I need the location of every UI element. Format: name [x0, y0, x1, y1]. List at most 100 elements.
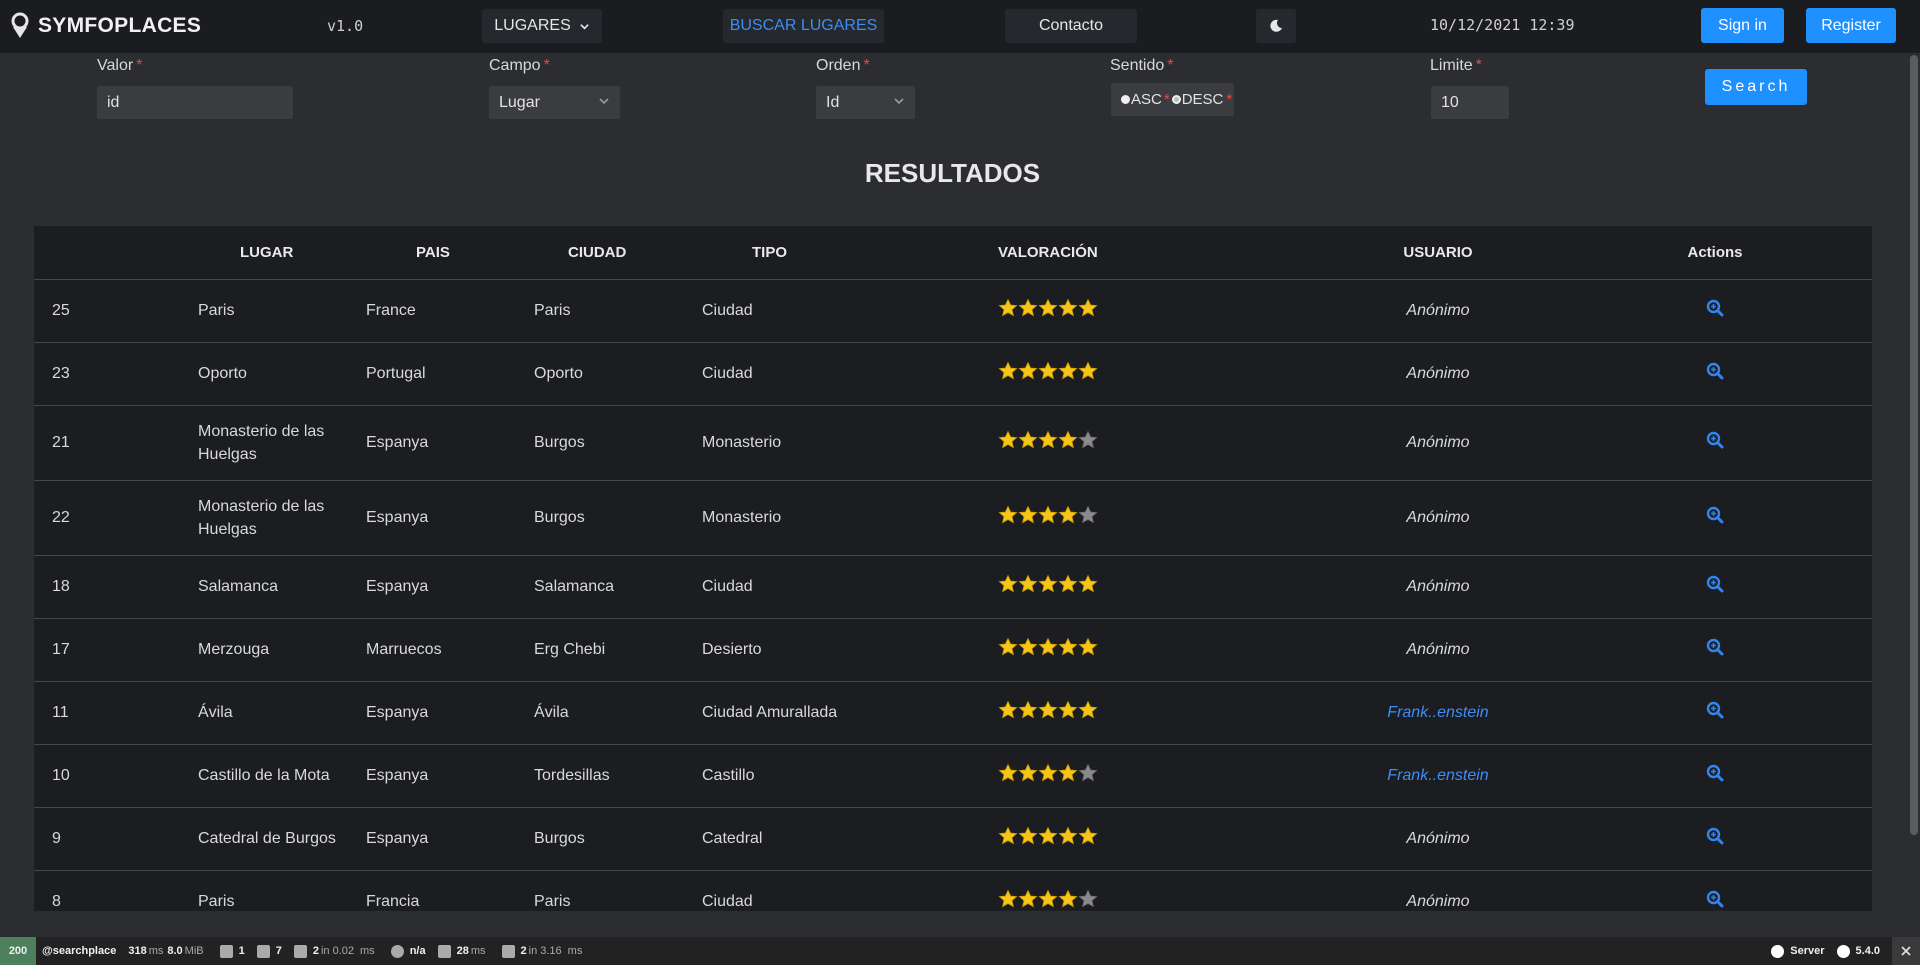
top-navbar: SYMFOPLACES v1.0 LUGARES BUSCAR LUGARES …	[0, 0, 1920, 53]
toolbar-route[interactable]: @searchplace	[42, 945, 116, 957]
star-filled-icon	[1058, 700, 1078, 719]
table-header-row: LUGAR PAIS CIUDAD TIPO VALORACIÓN USUARI…	[34, 226, 1872, 280]
desc-label: DESC	[1181, 91, 1224, 108]
campo-select[interactable]: Lugar	[489, 86, 620, 119]
zoom-search-icon[interactable]	[1706, 638, 1724, 656]
toolbar-time[interactable]: 318 ms 8.0 MiB	[128, 945, 207, 957]
cell-actions	[1558, 807, 1872, 871]
toolbar-close-button[interactable]	[1892, 937, 1920, 965]
asc-radio[interactable]	[1121, 95, 1130, 104]
results-table: LUGAR PAIS CIUDAD TIPO VALORACIÓN USUARI…	[34, 226, 1872, 911]
cell-id: 22	[34, 480, 198, 556]
zoom-search-icon[interactable]	[1706, 299, 1724, 317]
star-filled-icon	[1078, 826, 1098, 845]
star-filled-icon	[998, 889, 1018, 908]
map-pin-icon	[11, 12, 29, 38]
cell-pais: France	[366, 279, 534, 343]
table-row: 11 Ávila Espanya Ávila Ciudad Amurallada Fran…	[34, 681, 1872, 745]
cell-id: 25	[34, 279, 198, 343]
sentido-label: Sentido *	[1110, 57, 1174, 74]
star-filled-icon	[998, 430, 1018, 449]
buscar-lugares-link[interactable]: BUSCAR LUGARES	[723, 9, 884, 43]
toolbar-cache[interactable]: 2 in 0.02 ms	[293, 944, 379, 958]
cell-id: 21	[34, 405, 198, 481]
brand[interactable]: SYMFOPLACES	[10, 12, 201, 40]
star-filled-icon	[1038, 361, 1058, 380]
limite-input[interactable]: 10	[1431, 86, 1509, 119]
cell-actions	[1558, 744, 1872, 808]
zoom-search-icon[interactable]	[1706, 827, 1724, 845]
cell-valoracion	[998, 807, 1318, 871]
cell-lugar: Catedral de Burgos	[198, 807, 366, 871]
star-filled-icon	[1058, 505, 1078, 524]
cell-tipo: Ciudad Amurallada	[702, 681, 998, 745]
cell-ciudad: Erg Chebi	[534, 618, 702, 682]
sign-in-button[interactable]: Sign in	[1701, 8, 1784, 43]
cell-usuario: Anónimo	[1318, 618, 1558, 682]
search-button[interactable]: Search	[1705, 69, 1807, 105]
star-empty-icon	[1078, 889, 1098, 908]
toolbar-sf-version[interactable]: 5.4.0	[1836, 944, 1880, 958]
toolbar-db[interactable]: 2 in 3.16 ms	[501, 944, 587, 958]
valor-label: Valor *	[97, 57, 143, 74]
toolbar-logs[interactable]: 7	[256, 944, 282, 958]
chevron-down-icon	[599, 98, 609, 105]
status-badge[interactable]: 200	[0, 937, 36, 965]
cell-ciudad: Paris	[534, 279, 702, 343]
toolbar-forms[interactable]: 1	[219, 944, 245, 958]
cell-usuario[interactable]: Frank..enstein	[1318, 681, 1558, 745]
table-row: 10 Castillo de la Mota Espanya Tordesillas C…	[34, 744, 1872, 808]
toolbar-server[interactable]: Server	[1771, 944, 1825, 958]
zoom-search-icon[interactable]	[1706, 764, 1724, 782]
zoom-search-icon[interactable]	[1706, 506, 1724, 524]
lugares-dropdown[interactable]: LUGARES	[482, 9, 602, 43]
star-filled-icon	[1058, 763, 1078, 782]
cell-actions	[1558, 342, 1872, 406]
header-actions: Actions	[1558, 226, 1872, 280]
register-button[interactable]: Register	[1806, 8, 1896, 43]
scrollbar-thumb[interactable]	[1910, 55, 1918, 835]
cell-tipo: Ciudad	[702, 555, 998, 619]
cell-usuario: Anónimo	[1318, 342, 1558, 406]
valor-input[interactable]: id	[97, 86, 293, 119]
cell-lugar: Oporto	[198, 342, 366, 406]
toolbar-user[interactable]: n/a	[390, 944, 426, 958]
header-tipo: TIPO	[702, 226, 998, 280]
close-icon	[1901, 946, 1911, 956]
star-filled-icon	[1018, 574, 1038, 593]
cell-usuario[interactable]: Frank..enstein	[1318, 744, 1558, 808]
star-filled-icon	[1058, 637, 1078, 656]
desc-radio[interactable]	[1171, 95, 1181, 104]
cell-pais: Espanya	[366, 807, 534, 871]
warning-icon	[256, 944, 270, 958]
zoom-search-icon[interactable]	[1706, 575, 1724, 593]
page-scrollbar[interactable]	[1908, 53, 1920, 937]
toolbar-twig[interactable]: 28 ms	[437, 944, 490, 958]
cell-tipo: Monasterio	[702, 405, 998, 481]
chevron-down-icon	[579, 23, 589, 30]
star-filled-icon	[1038, 700, 1058, 719]
star-filled-icon	[1078, 574, 1098, 593]
cell-ciudad: Paris	[534, 870, 702, 911]
cell-lugar: Merzouga	[198, 618, 366, 682]
star-filled-icon	[998, 700, 1018, 719]
cell-id: 9	[34, 807, 198, 871]
zoom-search-icon[interactable]	[1706, 701, 1724, 719]
cell-pais: Espanya	[366, 555, 534, 619]
header-id	[34, 226, 198, 280]
star-filled-icon	[1018, 298, 1038, 317]
star-filled-icon	[1078, 298, 1098, 317]
zoom-search-icon[interactable]	[1706, 890, 1724, 908]
zoom-search-icon[interactable]	[1706, 431, 1724, 449]
cell-tipo: Monasterio	[702, 480, 998, 556]
cell-tipo: Ciudad	[702, 870, 998, 911]
zoom-search-icon[interactable]	[1706, 362, 1724, 380]
cell-ciudad: Burgos	[534, 480, 702, 556]
cell-valoracion	[998, 480, 1318, 556]
cell-valoracion	[998, 618, 1318, 682]
theme-toggle-button[interactable]	[1256, 9, 1296, 43]
orden-select[interactable]: Id	[816, 86, 915, 119]
cell-lugar: Paris	[198, 279, 366, 343]
contacto-link[interactable]: Contacto	[1005, 9, 1137, 43]
campo-label: Campo *	[489, 57, 550, 74]
